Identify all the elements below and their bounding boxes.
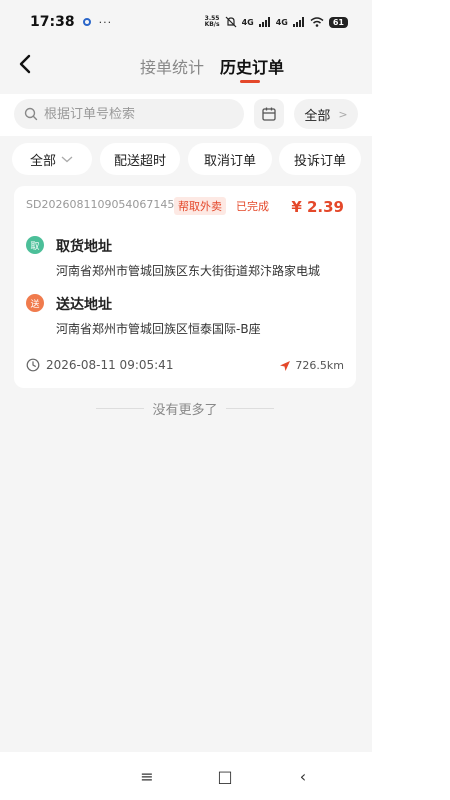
order-card[interactable]: SD2026081109054067145 帮取外卖 已完成 ¥ 2.39 取 … [14, 186, 356, 388]
filter-chip-delivery-timeout[interactable]: 配送超时 [100, 143, 180, 175]
search-icon [24, 107, 38, 121]
signal-4g-label-1: 4G [241, 17, 254, 27]
date-filter-button[interactable] [254, 99, 284, 129]
delivery-title: 送达地址 [56, 297, 112, 313]
wifi-icon [310, 17, 324, 27]
battery-indicator: 61 [328, 16, 348, 28]
filter-chip-complaint[interactable]: 投诉订单 [279, 143, 361, 175]
filter-chip-label: 投诉订单 [293, 153, 346, 169]
search-box[interactable] [14, 99, 244, 129]
order-time: 2026-08-11 09:05:41 [46, 358, 174, 372]
scope-select-label: 全部 [304, 108, 331, 124]
order-distance: 726.5km [295, 359, 344, 372]
status-time: 17:38 [30, 14, 75, 30]
divider-line [225, 407, 274, 409]
mute-icon [225, 16, 237, 28]
clock-icon [26, 358, 40, 372]
filter-chips: 全部 配送超时 取消订单 投诉订单 [12, 143, 362, 175]
pickup-badge: 取 [26, 236, 44, 254]
filter-chip-all[interactable]: 全部 [12, 143, 92, 175]
back-icon[interactable]: ‹ [294, 767, 312, 786]
page-header: 接单统计 历史订单 [0, 44, 372, 92]
delivery-address: 河南省郑州市管城回族区恒泰国际-B座 [56, 322, 261, 336]
back-arrow-icon[interactable] [14, 52, 38, 76]
order-search-input[interactable] [44, 106, 234, 122]
filter-chip-label: 取消订单 [203, 153, 256, 169]
order-type-tag: 帮取外卖 [174, 197, 226, 215]
filter-chip-label: 全部 [29, 153, 56, 169]
signal-bars-icon [258, 17, 270, 27]
order-time-row: 2026-08-11 09:05:41 [26, 358, 173, 372]
more-notifications-icon: ··· [98, 15, 113, 29]
pickup-title: 取货地址 [56, 239, 112, 255]
app-screen: 17:38 ··· 3.55 KB/s 4G 4G 61 接单统计 历史订单 根… [0, 0, 372, 800]
status-bar: 17:38 ··· 3.55 KB/s 4G 4G 61 [0, 0, 372, 44]
notification-icon [82, 18, 91, 26]
network-speed-unit: KB/s [204, 21, 220, 28]
status-left: 17:38 ··· [30, 14, 112, 30]
signal-4g-label-2: 4G [275, 17, 288, 27]
scope-select-button[interactable]: 全部 > [294, 99, 358, 129]
signal-bars-icon [292, 17, 304, 27]
order-price: ¥ 2.39 [291, 198, 344, 216]
list-end-hint: 没有更多了 [90, 398, 280, 418]
order-number: SD2026081109054067145 [26, 198, 175, 211]
home-icon[interactable]: □ [216, 767, 234, 786]
menu-icon[interactable]: ≡ [138, 767, 156, 786]
divider-line [96, 407, 145, 409]
list-end-text: 没有更多了 [152, 402, 218, 418]
order-distance-row: 726.5km [279, 359, 344, 372]
search-row: 全部 > [0, 94, 372, 136]
delivery-badge: 送 [26, 294, 44, 312]
filter-chip-cancelled[interactable]: 取消订单 [188, 143, 272, 175]
system-nav-bar: ≡ □ ‹ [0, 752, 450, 800]
order-status: 已完成 [236, 200, 269, 213]
pickup-address: 河南省郑州市管城回族区东大街街道郑汴路家电城 [56, 264, 321, 278]
chevron-down-icon [61, 156, 73, 163]
active-tab-indicator [240, 80, 260, 83]
navigation-arrow-icon [280, 360, 291, 371]
calendar-icon [262, 107, 276, 121]
network-speed: 3.55 KB/s [205, 16, 220, 28]
chevron-right-icon: > [338, 107, 348, 121]
filter-chip-label: 配送超时 [113, 153, 166, 169]
status-right: 3.55 KB/s 4G 4G 61 [205, 16, 348, 28]
tab-order-history[interactable]: 历史订单 [220, 54, 284, 78]
tab-order-stats[interactable]: 接单统计 [140, 54, 204, 78]
